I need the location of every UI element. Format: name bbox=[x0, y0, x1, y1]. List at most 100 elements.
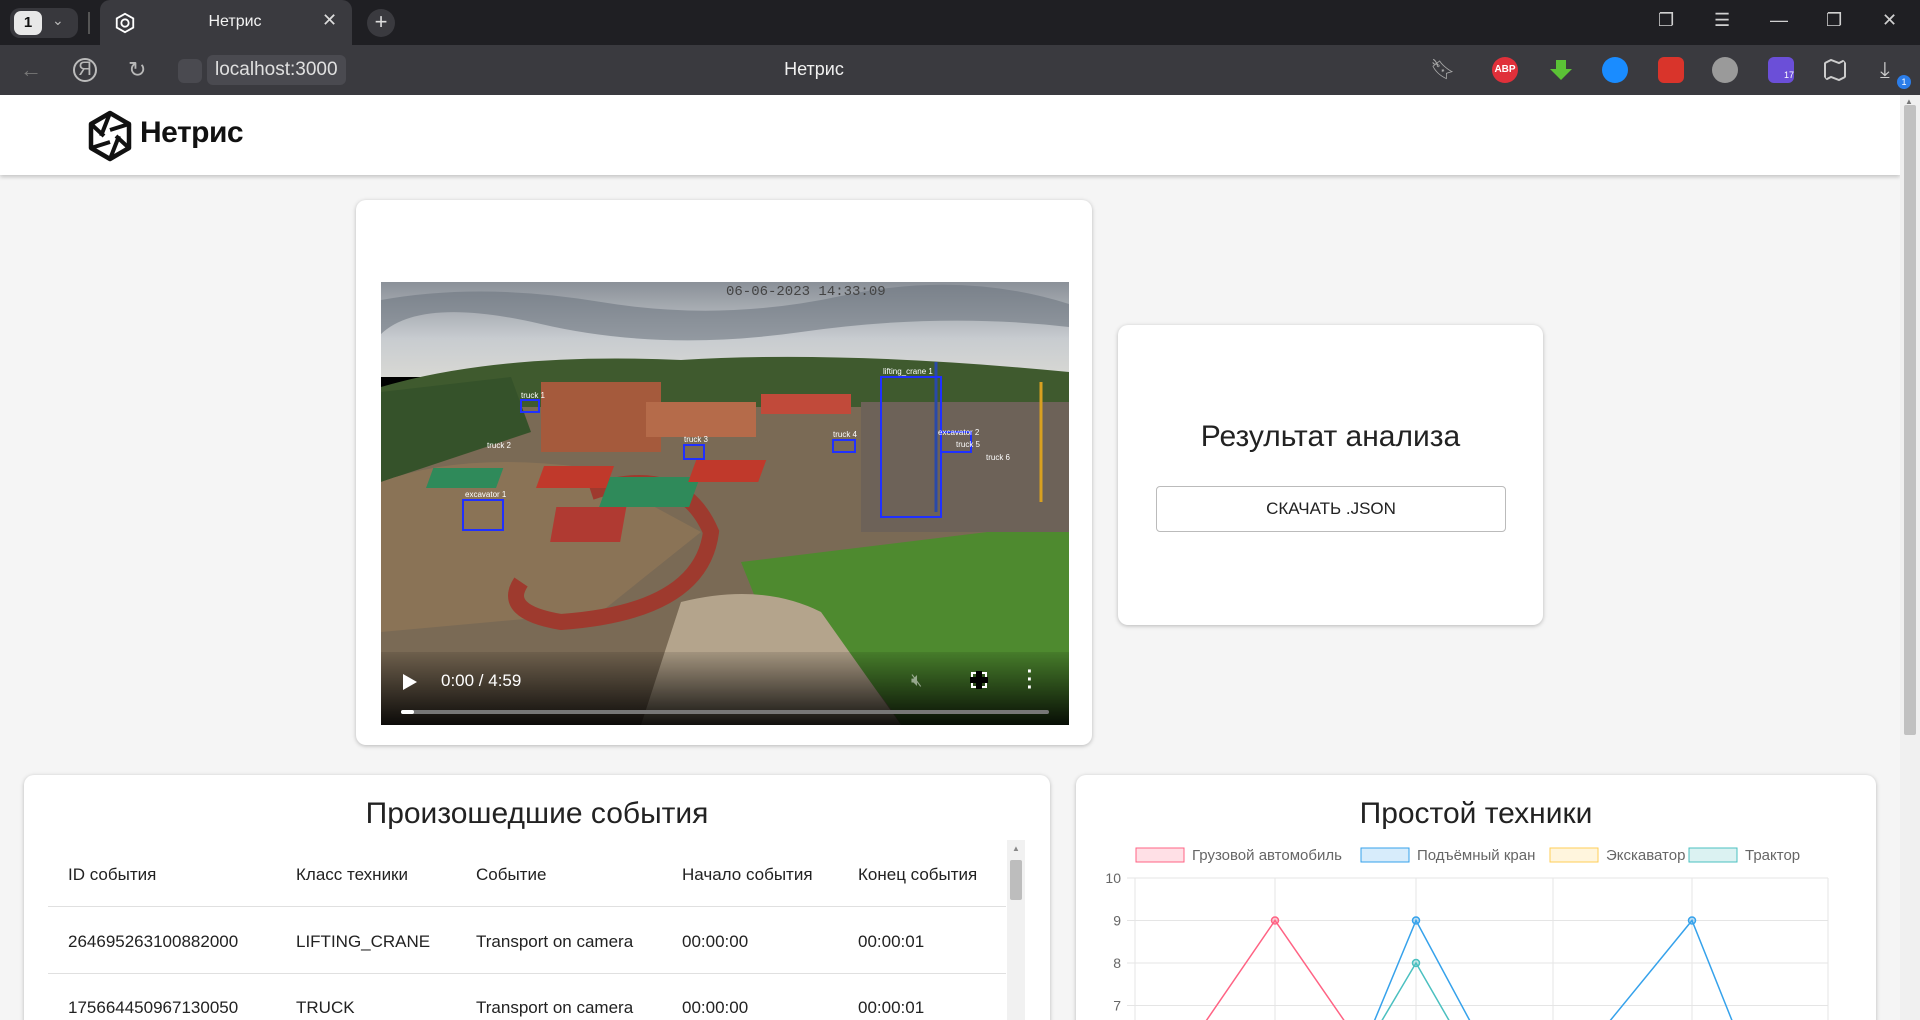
legend-label: Подъёмный кран bbox=[1417, 847, 1535, 864]
video-progress-fill bbox=[401, 710, 414, 714]
downloads-badge: 1 bbox=[1897, 75, 1911, 89]
video-card: truck 1 truck 2 truck 3 truck 4 truck 5 … bbox=[356, 200, 1092, 745]
tab-title: Нетрис bbox=[208, 13, 262, 30]
cell-end: 00:00:01 bbox=[858, 998, 925, 1017]
fullscreen-icon[interactable] bbox=[970, 671, 988, 689]
column-header-end[interactable]: Конец события bbox=[858, 865, 977, 885]
more-options-icon[interactable]: · · · bbox=[1026, 662, 1034, 698]
menu-icon[interactable]: ☰ bbox=[1714, 10, 1730, 31]
minimize-icon[interactable]: — bbox=[1770, 10, 1788, 31]
analysis-result-title: Результат анализа bbox=[1200, 420, 1461, 453]
table-scroll-thumb[interactable] bbox=[1010, 860, 1022, 900]
red-court-2 bbox=[688, 460, 767, 482]
green-court bbox=[599, 477, 701, 507]
red-court-3 bbox=[536, 466, 615, 488]
video-player[interactable]: truck 1 truck 2 truck 3 truck 4 truck 5 … bbox=[381, 282, 1069, 725]
y-tick-label: 7 bbox=[1113, 998, 1121, 1014]
downloads-icon[interactable]: ⤓ bbox=[1880, 57, 1890, 83]
cell-end: 00:00:01 bbox=[858, 932, 925, 951]
detection-label: truck 2 bbox=[487, 441, 512, 450]
cell-event: Transport on camera bbox=[476, 998, 634, 1017]
legend-swatch bbox=[1549, 847, 1599, 863]
bookmark-icon[interactable]: 🔖︎ bbox=[1430, 57, 1455, 82]
legend-label: Грузовой автомобиль bbox=[1192, 847, 1342, 864]
detection-label: truck 3 bbox=[684, 435, 709, 444]
restore-icon[interactable]: ❐ bbox=[1826, 10, 1842, 31]
page-title-display: Нетрис bbox=[784, 59, 844, 79]
netris-logo-icon bbox=[88, 110, 132, 162]
cell-start: 00:00:00 bbox=[682, 932, 749, 951]
cell-event: Transport on camera bbox=[476, 932, 634, 951]
paw-icon[interactable] bbox=[1658, 57, 1684, 83]
brand-name: Нетрис bbox=[140, 116, 244, 149]
red-court bbox=[550, 507, 627, 542]
browser-address-bar: ← Я ↻ localhost:3000 Нетрис 🔖︎ ABP 17 ⤓ … bbox=[0, 45, 1920, 95]
y-tick-label: 10 bbox=[1105, 870, 1121, 886]
browser-tab-active[interactable]: Нетрис ✕ bbox=[100, 0, 352, 45]
data-point bbox=[1270, 916, 1280, 925]
tab-close-icon[interactable]: ✕ bbox=[322, 10, 337, 31]
globe-icon[interactable] bbox=[1712, 57, 1738, 83]
cell-id: 175664450967130050 bbox=[68, 998, 239, 1017]
close-window-icon[interactable]: ✕ bbox=[1882, 10, 1897, 31]
detection-label: excavator 1 bbox=[465, 490, 507, 499]
page-viewport: Нетрис truck 1 truck 2 truck 3 truck 4 t… bbox=[0, 95, 1900, 1020]
collections-icon[interactable]: ❐ bbox=[1658, 10, 1674, 31]
detection-label: truck 5 bbox=[956, 440, 981, 449]
abp-icon[interactable]: ABP bbox=[1492, 57, 1518, 83]
app-header: Нетрис bbox=[0, 95, 1900, 175]
video-time: 0:00 / 4:59 bbox=[441, 671, 522, 690]
shazam-icon[interactable] bbox=[1602, 57, 1628, 83]
graduation-hat-icon[interactable]: 17 bbox=[1768, 57, 1794, 83]
tab-count: 1 bbox=[14, 11, 42, 35]
play-icon[interactable] bbox=[403, 674, 417, 690]
legend-label: Экскаватор bbox=[1606, 847, 1685, 864]
construction-site bbox=[861, 402, 1069, 532]
column-header-start[interactable]: Начало события bbox=[682, 865, 813, 885]
idle-chart-card: Простой техники Грузовой автомобиль Подъё… bbox=[1076, 775, 1876, 1020]
detection-label: truck 6 bbox=[986, 453, 1011, 462]
table-scrollbar[interactable]: ▲ bbox=[1007, 840, 1025, 1020]
detection-label: truck 4 bbox=[833, 430, 858, 439]
video-progress-bar[interactable] bbox=[401, 710, 1049, 714]
events-card: Произошедшие события ID события Класс те… bbox=[24, 775, 1050, 1020]
legend-label: Трактор bbox=[1745, 847, 1800, 864]
idle-line-chart: Грузовой автомобиль Подъёмный кран Экскава… bbox=[1105, 847, 1829, 1020]
cell-id: 264695263100882000 bbox=[68, 932, 239, 951]
tab-divider bbox=[88, 12, 90, 34]
row-divider bbox=[48, 973, 1006, 974]
download-json-button[interactable]: СКАЧАТЬ .JSON bbox=[1156, 486, 1506, 532]
video-controls: 0:00 / 4:59 🔇︎ · · · bbox=[381, 652, 1069, 725]
map-icon[interactable] bbox=[1822, 57, 1848, 83]
cell-class: LIFTING_CRANE bbox=[296, 932, 431, 951]
chevron-down-icon: ⌄ bbox=[52, 12, 64, 28]
events-title: Произошедшие события bbox=[365, 797, 709, 830]
column-header-class[interactable]: Класс техники bbox=[296, 865, 408, 885]
download-arrow-icon[interactable] bbox=[1548, 57, 1574, 83]
data-point bbox=[1687, 916, 1697, 925]
volume-muted-icon[interactable]: 🔇︎ bbox=[911, 670, 922, 691]
data-point bbox=[1411, 916, 1421, 925]
y-tick-label: 9 bbox=[1113, 913, 1121, 929]
column-header-id[interactable]: ID события bbox=[68, 865, 156, 885]
tab-counter-button[interactable]: 1 ⌄ bbox=[10, 8, 78, 38]
netris-favicon-icon bbox=[115, 12, 135, 34]
detection-label: lifting_crane 1 bbox=[883, 367, 933, 376]
green-court-2 bbox=[426, 468, 504, 488]
legend-swatch bbox=[1688, 847, 1738, 863]
data-point bbox=[1411, 958, 1421, 968]
cell-start: 00:00:00 bbox=[682, 998, 749, 1017]
events-table: ID события Класс техники Событие Начало … bbox=[48, 840, 1026, 1020]
y-tick-label: 8 bbox=[1113, 955, 1121, 971]
new-tab-button[interactable]: + bbox=[367, 9, 395, 37]
detection-label: excavator 2 bbox=[938, 428, 980, 437]
analysis-result-card: Результат анализа СКАЧАТЬ .JSON bbox=[1118, 325, 1543, 625]
page-scrollbar[interactable]: ▲ bbox=[1900, 95, 1920, 1020]
legend-swatch bbox=[1360, 847, 1410, 863]
page-scroll-thumb[interactable] bbox=[1904, 105, 1916, 735]
video-timestamp-overlay: 06-06-2023 14:33:09 bbox=[726, 284, 886, 300]
scroll-up-icon[interactable]: ▲ bbox=[1012, 844, 1020, 853]
detection-label: truck 1 bbox=[521, 391, 546, 400]
header-divider bbox=[48, 906, 1006, 907]
column-header-event[interactable]: Событие bbox=[476, 865, 546, 885]
